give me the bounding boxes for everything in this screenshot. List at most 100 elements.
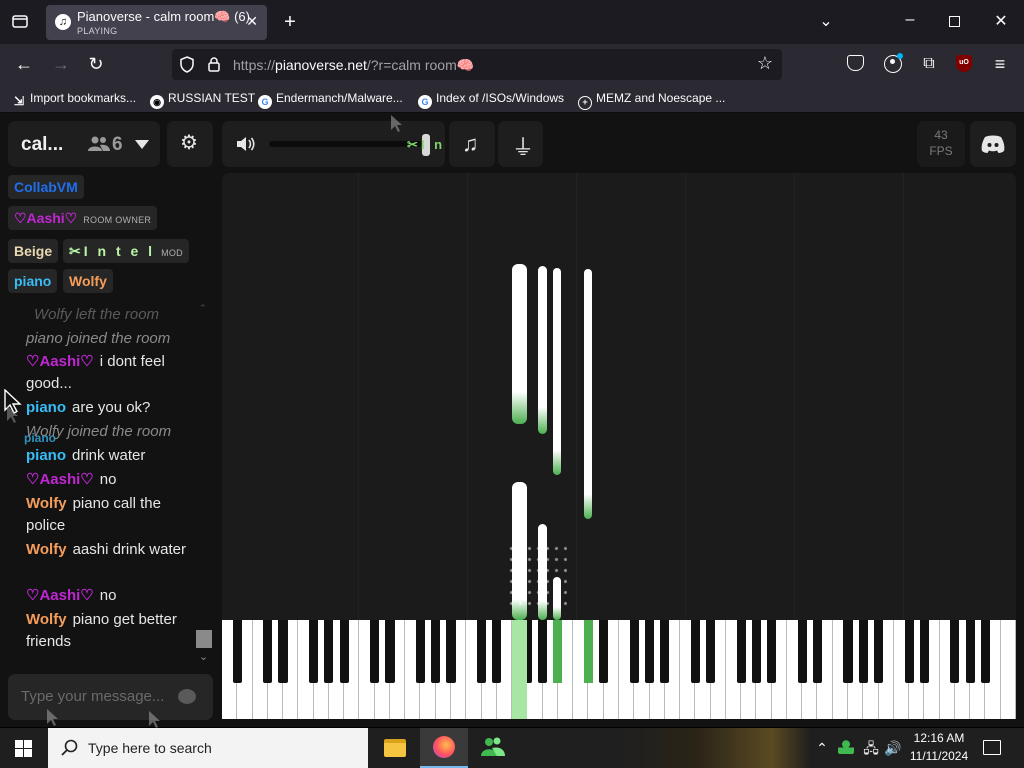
pocket-icon[interactable] <box>847 55 864 71</box>
pressed-key[interactable] <box>584 620 593 683</box>
file-explorer-icon[interactable] <box>384 739 406 757</box>
settings-button[interactable]: ⚙ <box>167 121 213 167</box>
notification-center-icon[interactable] <box>983 740 1001 755</box>
black-key[interactable] <box>980 620 991 683</box>
black-key[interactable] <box>767 620 777 683</box>
back-icon[interactable]: ← <box>14 54 34 74</box>
midi-usb-button[interactable]: ⏚ <box>498 121 543 167</box>
discord-button[interactable] <box>970 121 1016 167</box>
clock-time[interactable]: 12:16 AM <box>906 731 972 745</box>
bookmark-import[interactable]: ⇲ Import bookmarks... <box>12 91 136 108</box>
black-key[interactable] <box>324 620 334 683</box>
black-key[interactable] <box>965 620 975 683</box>
close-window-icon[interactable]: ✕ <box>991 12 1011 32</box>
user-tag-piano[interactable]: piano <box>8 269 58 293</box>
speaker-icon[interactable] <box>236 135 256 158</box>
extensions-puzzle-icon[interactable]: ⧉ <box>919 54 939 74</box>
black-key[interactable] <box>904 620 914 683</box>
chat-message: Wolfy piano get better friends <box>26 611 177 650</box>
clock-date[interactable]: 11/11/2024 <box>906 749 972 763</box>
black-key[interactable] <box>476 620 487 683</box>
ublock-origin-icon[interactable]: uO <box>956 55 972 72</box>
pressed-key[interactable] <box>512 620 527 719</box>
black-key[interactable] <box>309 620 319 683</box>
firefox-taskbar-button[interactable] <box>420 728 468 768</box>
volume-slider-track[interactable] <box>269 141 424 147</box>
user-tag-aashi[interactable]: ♡Aashi♡ ROOM OWNER <box>8 206 158 230</box>
tracking-protection-shield-icon[interactable] <box>179 56 195 78</box>
system-message: piano joined the room <box>26 330 171 347</box>
black-key[interactable] <box>660 620 670 683</box>
black-key[interactable] <box>538 620 548 683</box>
instrument-button[interactable]: ♫ <box>449 121 495 167</box>
active-tab[interactable]: ♫ Pianoverse - calm room🧠 (6) PLAYING ✕ <box>46 5 267 40</box>
pianoverse-favicon-icon: ♫ <box>55 14 71 30</box>
black-key[interactable] <box>797 620 807 683</box>
windows-start-icon[interactable] <box>15 740 32 757</box>
tray-people-icon[interactable] <box>838 740 854 754</box>
chat-scrollbar-thumb[interactable] <box>196 630 212 648</box>
network-icon[interactable]: 🖧 <box>862 738 880 758</box>
black-key[interactable] <box>263 620 273 683</box>
room-selector[interactable]: cal... 6 <box>8 121 160 167</box>
lock-icon[interactable] <box>207 56 221 78</box>
white-key[interactable] <box>1000 620 1016 719</box>
piano-keyboard[interactable] <box>222 620 1016 719</box>
chat-scrollbar-down-icon[interactable]: ⌄ <box>199 650 208 663</box>
black-key[interactable] <box>415 620 426 683</box>
black-key[interactable] <box>858 620 868 683</box>
user-tag-collabvm[interactable]: CollabVM <box>8 175 84 199</box>
black-key[interactable] <box>385 620 395 683</box>
chat-scrollbar-up-icon[interactable]: ⌃ <box>199 303 207 314</box>
chevron-down-icon[interactable] <box>135 140 149 149</box>
bookmark-russian-test[interactable]: ◉ RUSSIAN TEST <box>150 91 255 109</box>
black-key[interactable] <box>370 620 380 683</box>
black-key[interactable] <box>339 620 349 683</box>
black-key[interactable] <box>599 620 609 683</box>
restore-window-icon[interactable] <box>949 16 960 27</box>
url-bar[interactable]: https://pianoverse.net/?r=calm room🧠 ☆ <box>172 49 782 80</box>
new-tab-icon[interactable]: + <box>280 12 300 32</box>
close-tab-icon[interactable]: ✕ <box>246 13 258 30</box>
black-key[interactable] <box>232 620 242 683</box>
user-tag-beige[interactable]: Beige <box>8 239 59 263</box>
app-menu-icon[interactable]: ≡ <box>990 54 1010 74</box>
black-key[interactable] <box>950 620 960 683</box>
people-app-icon[interactable] <box>481 736 505 758</box>
minimize-window-icon[interactable]: – <box>900 10 920 30</box>
chat-input[interactable]: Type your message... <box>8 674 213 720</box>
black-key[interactable] <box>843 620 853 683</box>
bookmark-memz[interactable]: + MEMZ and Noescape ... <box>578 91 725 110</box>
black-key[interactable] <box>278 620 288 683</box>
black-key[interactable] <box>629 620 639 683</box>
tab-overview-icon[interactable] <box>10 12 30 32</box>
bookmark-isos-windows[interactable]: G Index of /ISOs/Windows <box>418 91 564 109</box>
chat-log[interactable]: Wolfy left the room piano joined the roo… <box>0 300 215 660</box>
black-key[interactable] <box>919 620 929 683</box>
black-key[interactable] <box>812 620 823 683</box>
volume-control[interactable]: ✂I n t e l <box>222 121 486 167</box>
taskbar-search-box[interactable]: Type here to search <box>48 728 368 768</box>
black-key[interactable] <box>431 620 441 683</box>
black-key[interactable] <box>873 620 884 683</box>
bookmark-star-icon[interactable]: ☆ <box>754 53 776 73</box>
taskbar-wallpaper-area <box>620 728 810 768</box>
black-key[interactable] <box>446 620 456 683</box>
volume-tray-icon[interactable]: 🔊 <box>884 738 902 758</box>
black-key[interactable] <box>690 620 700 683</box>
remote-cursor-icon <box>391 115 402 132</box>
forward-icon: → <box>52 54 70 74</box>
list-tabs-chevron-icon[interactable]: ⌄ <box>816 12 836 32</box>
account-icon[interactable] <box>884 53 903 73</box>
pressed-key[interactable] <box>553 620 562 683</box>
user-tag-intel[interactable]: ✂I n t e l MOD <box>63 239 189 263</box>
bookmark-endermanch[interactable]: G Endermanch/Malware... <box>258 91 403 109</box>
black-key[interactable] <box>706 620 716 683</box>
tray-overflow-chevron-icon[interactable]: ⌃ <box>814 738 830 758</box>
black-key[interactable] <box>736 620 746 683</box>
reload-icon[interactable]: ↻ <box>86 54 106 74</box>
black-key[interactable] <box>492 620 502 683</box>
black-key[interactable] <box>751 620 761 683</box>
black-key[interactable] <box>644 620 655 683</box>
user-tag-wolfy[interactable]: Wolfy <box>63 269 113 293</box>
